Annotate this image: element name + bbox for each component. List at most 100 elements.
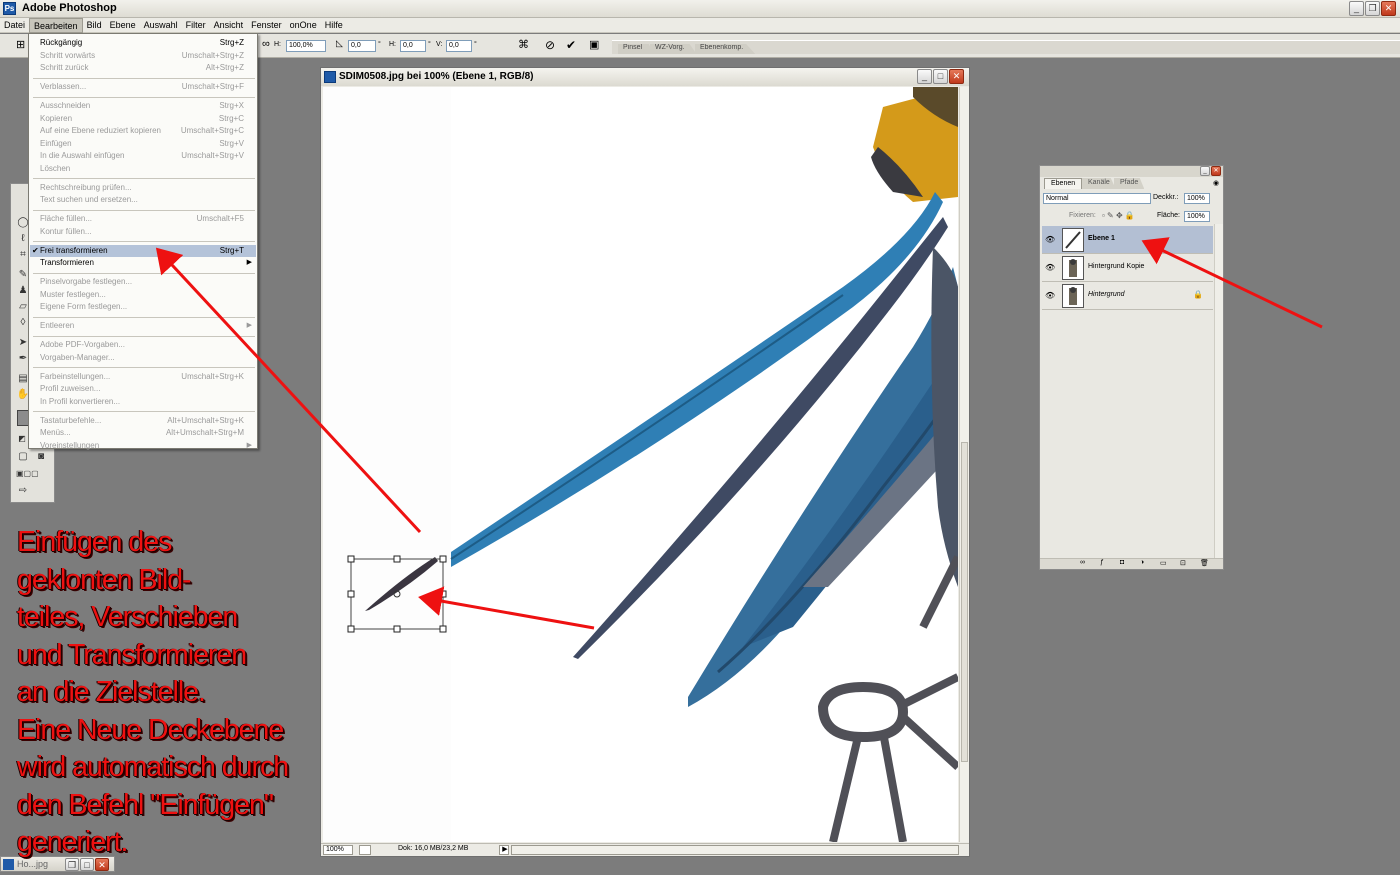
restore-icon[interactable]: ❐	[1365, 1, 1380, 16]
horizontal-scrollbar[interactable]	[511, 845, 959, 855]
edit-menu-item[interactable]: Einfügen Strg+V	[30, 138, 256, 150]
new-layer-icon[interactable]: ⊡	[1180, 559, 1186, 567]
edit-menu-item[interactable]: Ausschneiden Strg+X	[30, 100, 256, 112]
height-field[interactable]: 100,0%	[286, 40, 326, 52]
doc-minimize-icon[interactable]: _	[917, 69, 932, 84]
tab-pinsel[interactable]: Pinsel	[618, 44, 655, 54]
annotation-line: den Befehl "Einfügen"	[17, 788, 274, 821]
edit-menu-item[interactable]: In die Auswahl einfügen Umschalt+Strg+V	[30, 150, 256, 162]
file-browser-icon[interactable]: ▣	[589, 38, 599, 51]
menu-auswahl[interactable]: Auswahl	[140, 18, 182, 33]
default-colors-icon[interactable]: ◩	[15, 432, 29, 446]
edit-menu-item[interactable]: Menüs... Alt+Umschalt+Strg+M	[30, 427, 256, 439]
edit-menu-item[interactable]: ✔ Frei transformieren Strg+T	[30, 244, 256, 257]
vertical-scrollbar[interactable]	[959, 87, 969, 842]
edit-menu-item[interactable]: Farbeinstellungen... Umschalt+Strg+K	[30, 371, 256, 383]
menu-ebene[interactable]: Ebene	[106, 18, 140, 33]
tab-kanaele[interactable]: Kanäle	[1082, 178, 1116, 189]
blend-mode-select[interactable]: Normal	[1043, 193, 1151, 204]
layer-style-icon[interactable]: ƒ	[1100, 559, 1104, 566]
vskew-field[interactable]: 0,0	[446, 40, 472, 52]
menu-fenster[interactable]: Fenster	[247, 18, 286, 33]
link-icon[interactable]: ∞	[262, 38, 270, 50]
vertical-scroll-thumb[interactable]	[961, 442, 968, 762]
status-menu-arrow-icon[interactable]: ▶	[499, 845, 509, 855]
fill-field[interactable]: 100%	[1184, 211, 1210, 222]
menu-ansicht[interactable]: Ansicht	[210, 18, 248, 33]
tab-ebenenkomp[interactable]: Ebenenkomp.	[695, 44, 756, 54]
annotation-line: teiles, Verschieben	[17, 601, 238, 633]
status-icon[interactable]	[359, 845, 371, 855]
menu-onone[interactable]: onOne	[286, 18, 321, 33]
edit-menu-item[interactable]: Muster festlegen...	[30, 289, 256, 301]
menu-bearbeiten[interactable]: Bearbeiten	[29, 18, 83, 33]
edit-menu-item[interactable]: Profil zuweisen...	[30, 383, 256, 395]
layer-row[interactable]: 👁 Ebene 1	[1042, 226, 1213, 254]
hskew-field[interactable]: 0,0	[400, 40, 426, 52]
menu-datei[interactable]: Datei	[0, 18, 29, 33]
edit-menu-item[interactable]: In Profil konvertieren...	[30, 396, 256, 408]
layer-row[interactable]: 👁 Hintergrund 🔒	[1042, 282, 1213, 310]
edit-menu-item[interactable]: Fläche füllen... Umschalt+F5	[30, 213, 256, 225]
tab-ebenen[interactable]: Ebenen	[1044, 178, 1083, 189]
edit-menu-item[interactable]: Löschen	[30, 163, 256, 175]
menu-hilfe[interactable]: Hilfe	[321, 18, 347, 33]
edit-menu-item[interactable]: Auf eine Ebene reduziert kopieren Umschal…	[30, 125, 256, 137]
layer-mask-icon[interactable]: ◘	[1120, 559, 1124, 566]
lock-icons[interactable]: ▫ ✎ ✥ 🔒	[1102, 211, 1135, 220]
edit-menu-item[interactable]: Voreinstellungen ▶	[30, 440, 256, 452]
commit-transform-icon[interactable]: ✔	[566, 38, 576, 52]
menu-bild[interactable]: Bild	[83, 18, 106, 33]
edit-menu-item[interactable]: Rechtschreibung prüfen...	[30, 182, 256, 194]
jump-to-imageready-icon[interactable]: ⇨	[16, 484, 30, 498]
edit-menu-item[interactable]: Kopieren Strg+C	[30, 113, 256, 125]
screen-mode-icon[interactable]: ▣▢▢	[16, 467, 39, 481]
link-layers-icon[interactable]: ∞	[1080, 559, 1085, 566]
transform-reference-icon[interactable]: ⊞	[16, 38, 25, 51]
palette-menu-icon[interactable]: ◉	[1213, 179, 1219, 187]
edit-menu-item[interactable]: Kontur füllen...	[30, 226, 256, 238]
visibility-eye-icon[interactable]: 👁	[1045, 235, 1055, 244]
angle-field[interactable]: 0,0	[348, 40, 376, 52]
tab-wz-vorg[interactable]: WZ-Vorg.	[650, 44, 697, 54]
edit-menu-item[interactable]: Transformieren ▶	[30, 257, 256, 269]
close-icon[interactable]: ✕	[1381, 1, 1396, 16]
quickmask-mode-icon[interactable]: ◙	[34, 450, 48, 464]
image-canvas[interactable]	[323, 87, 958, 842]
doc-maximize-icon[interactable]: □	[933, 69, 948, 84]
edit-menu-item[interactable]: Entleeren ▶	[30, 320, 256, 332]
layers-palette-titlebar[interactable]	[1040, 166, 1223, 177]
layers-scrollbar[interactable]	[1214, 224, 1223, 559]
edit-menu-item[interactable]: Schritt zurück Alt+Strg+Z	[30, 62, 256, 74]
document-titlebar[interactable]: SDIM0508.jpg bei 100% (Ebene 1, RGB/8) _…	[321, 68, 969, 86]
visibility-eye-icon[interactable]: 👁	[1045, 263, 1055, 272]
visibility-eye-icon[interactable]: 👁	[1045, 291, 1055, 300]
menu-filter[interactable]: Filter	[182, 18, 210, 33]
new-group-icon[interactable]: ▭	[1160, 559, 1167, 567]
opacity-field[interactable]: 100%	[1184, 193, 1210, 204]
layers-minimize-icon[interactable]: _	[1200, 166, 1210, 176]
cancel-transform-icon[interactable]: ⊘	[545, 38, 555, 52]
tab-pfade[interactable]: Pfade	[1114, 178, 1145, 189]
edit-menu-item[interactable]: Pinselvorgabe festlegen...	[30, 276, 256, 288]
layer-name: Ebene 1	[1088, 235, 1115, 242]
edit-menu-item[interactable]: Verblassen... Umschalt+Strg+F	[30, 81, 256, 93]
edit-menu-item-label: Rechtschreibung prüfen...	[40, 182, 132, 192]
edit-menu-item[interactable]: Eigene Form festlegen...	[30, 301, 256, 313]
warp-mode-icon[interactable]: ⌘	[518, 38, 529, 51]
doc-close-icon[interactable]: ✕	[949, 69, 964, 84]
edit-menu-item[interactable]: Adobe PDF-Vorgaben...	[30, 339, 256, 351]
edit-menu-item[interactable]: Vorgaben-Manager...	[30, 352, 256, 364]
adjustment-layer-icon[interactable]: ◑	[1140, 559, 1144, 566]
edit-menu-item[interactable]: Rückgängig Strg+Z	[30, 37, 256, 49]
edit-menu-item-shortcut: Umschalt+Strg+F	[181, 82, 244, 91]
standard-mode-icon[interactable]: ▢	[16, 450, 30, 464]
lock-label: Fixieren:	[1069, 212, 1096, 219]
edit-menu-item[interactable]: Text suchen und ersetzen...	[30, 194, 256, 206]
minimize-icon[interactable]: _	[1349, 1, 1364, 16]
delete-layer-icon[interactable]: 🗑	[1200, 559, 1209, 567]
layers-close-icon[interactable]: ✕	[1211, 166, 1221, 176]
edit-menu-item[interactable]: Schritt vorwärts Umschalt+Strg+Z	[30, 50, 256, 62]
layer-row[interactable]: 👁 Hintergrund Kopie	[1042, 254, 1213, 282]
edit-menu-item[interactable]: Tastaturbefehle... Alt+Umschalt+Strg+K	[30, 415, 256, 427]
